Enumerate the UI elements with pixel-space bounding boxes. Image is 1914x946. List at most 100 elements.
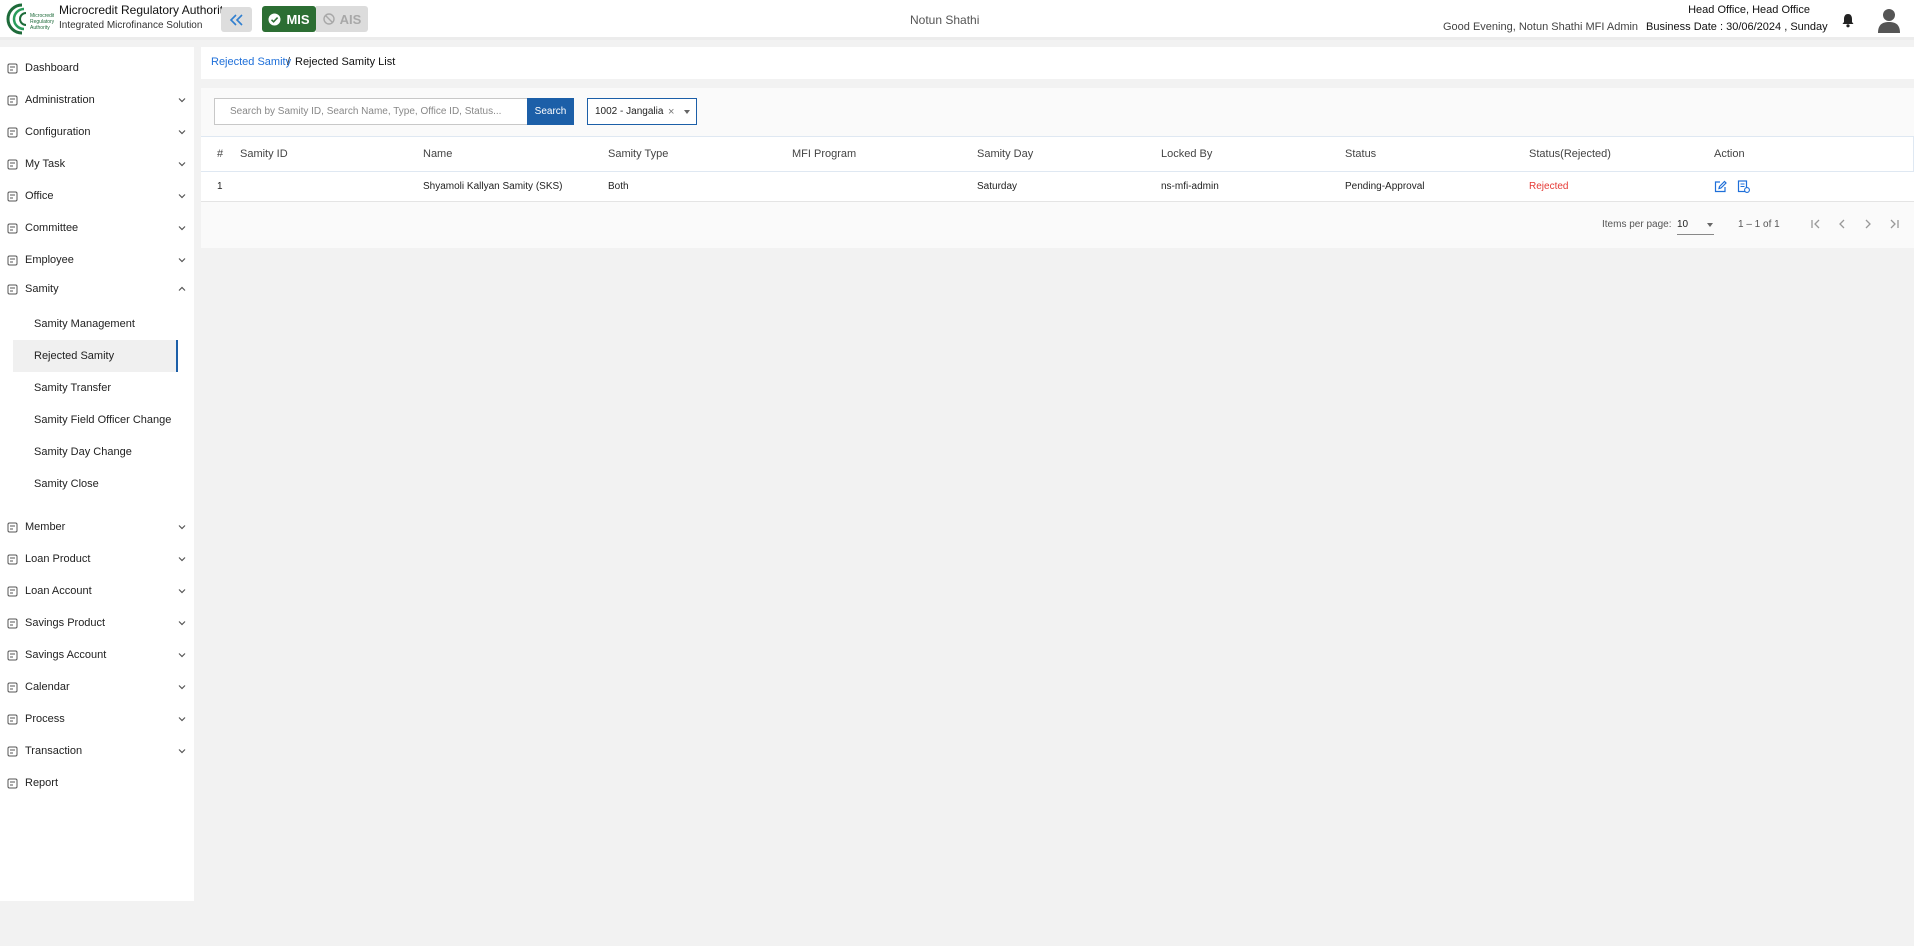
brand-subtitle: Integrated Microfinance Solution [59,20,203,31]
sidebar-item-member[interactable]: Member [0,515,194,539]
sidebar-item-transaction[interactable]: Transaction [0,739,194,763]
column-header: Samity Type [608,148,669,160]
search-input[interactable] [215,99,527,124]
sidebar-item-configuration[interactable]: Configuration [0,120,194,144]
sidebar-item-my-task[interactable]: My Task [0,152,194,176]
sidebar-item-label: Samity [25,283,59,295]
chevron-up-icon [178,286,186,291]
submenu-item-rejected-samity[interactable]: Rejected Samity [13,340,178,372]
organization-name: Notun Shathi [910,13,980,27]
cell-index: 1 [217,181,223,192]
admin-icon [7,95,18,105]
column-header: Locked By [1161,148,1213,160]
sidebar-item-loan-account[interactable]: Loan Account [0,579,194,603]
top-header: Microcredit Regulatory Authority Microcr… [0,0,1914,40]
office-name: Head Office, Head Office [1688,4,1810,16]
sidebar-item-process[interactable]: Process [0,707,194,731]
search-button[interactable]: Search [527,98,574,125]
sidebar-item-office[interactable]: Office [0,184,194,208]
sidebar-collapse-button[interactable] [221,7,252,32]
chevron-down-icon [178,685,186,690]
sidebar-item-label: Loan Product [25,553,91,565]
member-icon [7,522,18,532]
process-icon [7,714,18,724]
sidebar-item-label: Administration [25,94,95,106]
chevron-down-icon [178,194,186,199]
cell-samity-type: Both [608,181,629,192]
committee-icon [7,223,18,233]
sidebar-item-label: Office [25,190,54,202]
sidebar-item-committee[interactable]: Committee [0,216,194,240]
sidebar-item-label: Configuration [25,126,91,138]
sidebar-item-savings-product[interactable]: Savings Product [0,611,194,635]
submenu-item-samity-close[interactable]: Samity Close [13,468,178,500]
sidebar-item-report[interactable]: Report [0,771,194,795]
table-row: 1 Shyamoli Kallyan Samity (SKS) Both Sat… [201,172,1914,202]
document-settings-icon[interactable] [1737,180,1750,193]
breadcrumb-link-rejected-samity[interactable]: Rejected Samity [211,56,291,68]
chevron-down-icon [178,621,186,626]
main-content: Search 1002 - Jangalia × # Samity ID Name S… [201,88,1914,248]
business-date: Business Date : 30/06/2024 , Sunday [1646,21,1828,33]
items-per-page-select[interactable]: 10 [1677,215,1714,235]
savings-account-icon [7,650,18,660]
previous-page-icon[interactable] [1835,217,1849,231]
chevron-down-icon [178,749,186,754]
column-header: Samity ID [240,148,288,160]
sidebar-item-savings-account[interactable]: Savings Account [0,643,194,667]
sidebar-item-samity[interactable]: Samity [0,277,194,301]
table-header: # Samity ID Name Samity Type MFI Program Sami… [201,136,1914,172]
chevron-down-icon [178,130,186,135]
edit-icon[interactable] [1714,180,1727,193]
submenu-item-samity-day-change[interactable]: Samity Day Change [13,436,178,468]
bell-icon[interactable] [1840,12,1856,28]
mis-toggle-button[interactable]: MIS [262,6,316,32]
mis-label: MIS [286,11,310,27]
submenu-item-samity-field-officer-change[interactable]: Samity Field Officer Change [13,404,178,436]
caret-down-icon[interactable] [684,110,690,114]
chevron-down-icon [178,162,186,167]
submenu-item-label: Samity Day Change [34,446,132,458]
submenu-item-label: Samity Management [34,318,135,330]
chevron-down-icon [178,589,186,594]
clear-icon[interactable]: × [668,106,674,118]
sidebar-item-dashboard[interactable]: Dashboard [0,56,194,80]
calendar-icon [7,682,18,692]
employee-icon [7,255,18,265]
sidebar-item-loan-product[interactable]: Loan Product [0,547,194,571]
office-select[interactable]: 1002 - Jangalia × [587,98,697,125]
chevron-down-icon [178,98,186,103]
first-page-icon[interactable] [1809,217,1823,231]
sidebar-item-label: Loan Account [25,585,92,597]
items-per-page-label: Items per page: [1602,219,1672,230]
sidebar-item-label: Savings Product [25,617,106,629]
loan-product-icon [7,554,18,564]
report-icon [7,778,18,788]
check-circle-icon [268,13,281,25]
user-avatar-icon[interactable] [1876,7,1902,33]
breadcrumb-current: Rejected Samity List [295,56,396,68]
submenu-item-samity-management[interactable]: Samity Management [13,308,178,340]
savings-product-icon [7,618,18,628]
sidebar-item-administration[interactable]: Administration [0,88,194,112]
column-header: MFI Program [792,148,857,160]
sidebar-item-label: Savings Account [25,649,107,661]
double-chevron-left-icon [229,13,243,26]
paginator: Items per page: 10 1 – 1 of 1 [201,206,1914,246]
sidebar-item-calendar[interactable]: Calendar [0,675,194,699]
sidebar-item-employee[interactable]: Employee [0,248,194,272]
column-header: Samity Day [977,148,1034,160]
last-page-icon[interactable] [1887,217,1901,231]
sidebar-item-label: Member [25,521,66,533]
office-icon [7,191,18,201]
sidebar: Dashboard Administration Configuration My T… [0,47,194,901]
sidebar-item-label: Committee [25,222,79,234]
cell-status-rejected: Rejected [1529,181,1569,192]
ais-toggle-button[interactable]: AIS [316,6,368,32]
next-page-icon[interactable] [1861,217,1875,231]
submenu-item-samity-transfer[interactable]: Samity Transfer [13,372,178,404]
cell-status: Pending-Approval [1345,181,1425,192]
task-icon [7,159,18,169]
chevron-down-icon [178,717,186,722]
mra-logo: Microcredit Regulatory Authority [6,3,54,35]
